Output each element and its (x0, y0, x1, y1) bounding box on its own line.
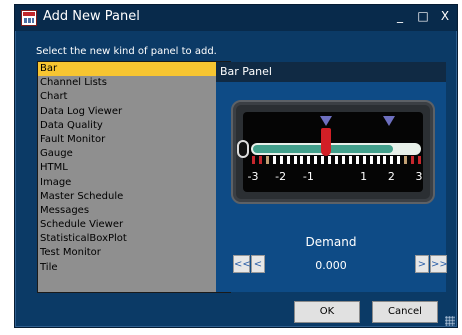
panel-preview: Bar Panel -3 -2 -1 1 2 3 Demand << < 0.000 > … (216, 62, 448, 292)
list-item[interactable]: Tile (38, 261, 216, 275)
tick-mark (390, 156, 394, 164)
tick-marks (251, 156, 421, 164)
scale-label: -2 (275, 170, 287, 183)
add-new-panel-dialog: Add New Panel _ □ X Select the new kind … (14, 4, 458, 328)
fast-forward-button[interactable]: >> (430, 255, 448, 273)
tick-mark (293, 156, 297, 164)
tick-mark (258, 156, 262, 164)
tick-mark (418, 156, 421, 164)
preview-header: Bar Panel (216, 62, 446, 82)
list-item[interactable]: Gauge (38, 147, 216, 161)
tick-mark (335, 156, 338, 164)
close-button[interactable]: X (437, 9, 453, 23)
channel-label: Demand (305, 235, 357, 249)
prompt-text: Select the new kind of panel to add. (36, 46, 217, 57)
value-readout: 0.000 (315, 259, 347, 272)
forward-button[interactable]: > (415, 255, 429, 273)
setpoint-marker (382, 116, 395, 126)
scale-label: 1 (360, 170, 368, 183)
list-item[interactable]: HTML (38, 161, 216, 175)
tick-mark (265, 156, 269, 164)
tick-mark (300, 156, 304, 164)
list-item[interactable]: Master Schedule (38, 190, 216, 204)
list-item[interactable]: Data Log Viewer (38, 105, 216, 119)
tick-mark (383, 156, 387, 164)
setpoint-marker (320, 116, 333, 126)
panel-type-list[interactable]: Bar Channel Lists Chart Data Log Viewer Data… (37, 61, 231, 293)
tick-mark (404, 156, 408, 164)
tick-mark (307, 156, 311, 164)
tick-mark (397, 156, 401, 164)
gauge-needle (321, 128, 332, 156)
ok-button[interactable]: OK (294, 301, 360, 323)
tick-mark (355, 156, 359, 164)
list-item[interactable]: Bar (38, 62, 216, 77)
gauge-face: -3 -2 -1 1 2 3 (237, 112, 423, 192)
list-item[interactable]: Channel Lists (38, 76, 216, 90)
app-icon (21, 10, 37, 26)
tick-mark (369, 156, 373, 164)
resize-grip[interactable] (445, 316, 455, 326)
tick-mark (362, 156, 366, 164)
tick-mark (272, 156, 276, 164)
list-item[interactable]: Chart (38, 90, 216, 104)
tick-mark (321, 156, 325, 164)
window-title: Add New Panel (43, 9, 140, 24)
tick-mark (252, 156, 255, 164)
list-item[interactable]: Schedule Viewer (38, 218, 216, 232)
scale-label: 2 (387, 170, 395, 183)
panel-type-list-items[interactable]: Bar Channel Lists Chart Data Log Viewer Data… (38, 62, 216, 292)
bar-end-cap (237, 140, 249, 158)
scale-label: -3 (247, 170, 259, 183)
list-item[interactable]: Messages (38, 204, 216, 218)
tick-mark (286, 156, 290, 164)
cancel-button[interactable]: Cancel (372, 301, 438, 323)
tick-mark (376, 156, 380, 164)
minimize-button[interactable]: _ (392, 9, 408, 23)
list-item[interactable]: StatisticalBoxPlot (38, 232, 216, 246)
tick-mark (348, 156, 352, 164)
tick-mark (279, 156, 283, 164)
scale-label: 3 (415, 170, 423, 183)
bar-track (251, 143, 421, 155)
title-bar[interactable]: Add New Panel _ □ X (15, 5, 457, 31)
scale-label: -1 (302, 170, 314, 183)
tick-mark (341, 156, 345, 164)
bar-gauge: -3 -2 -1 1 2 3 (231, 100, 435, 204)
list-item[interactable]: Data Quality (38, 119, 216, 133)
tick-mark (314, 156, 318, 164)
list-item[interactable]: Image (38, 176, 216, 190)
list-item[interactable]: Fault Monitor (38, 133, 216, 147)
tick-mark (411, 156, 415, 164)
tick-mark (328, 156, 332, 164)
maximize-button[interactable]: □ (415, 9, 431, 23)
list-item[interactable]: Test Monitor (38, 246, 216, 260)
